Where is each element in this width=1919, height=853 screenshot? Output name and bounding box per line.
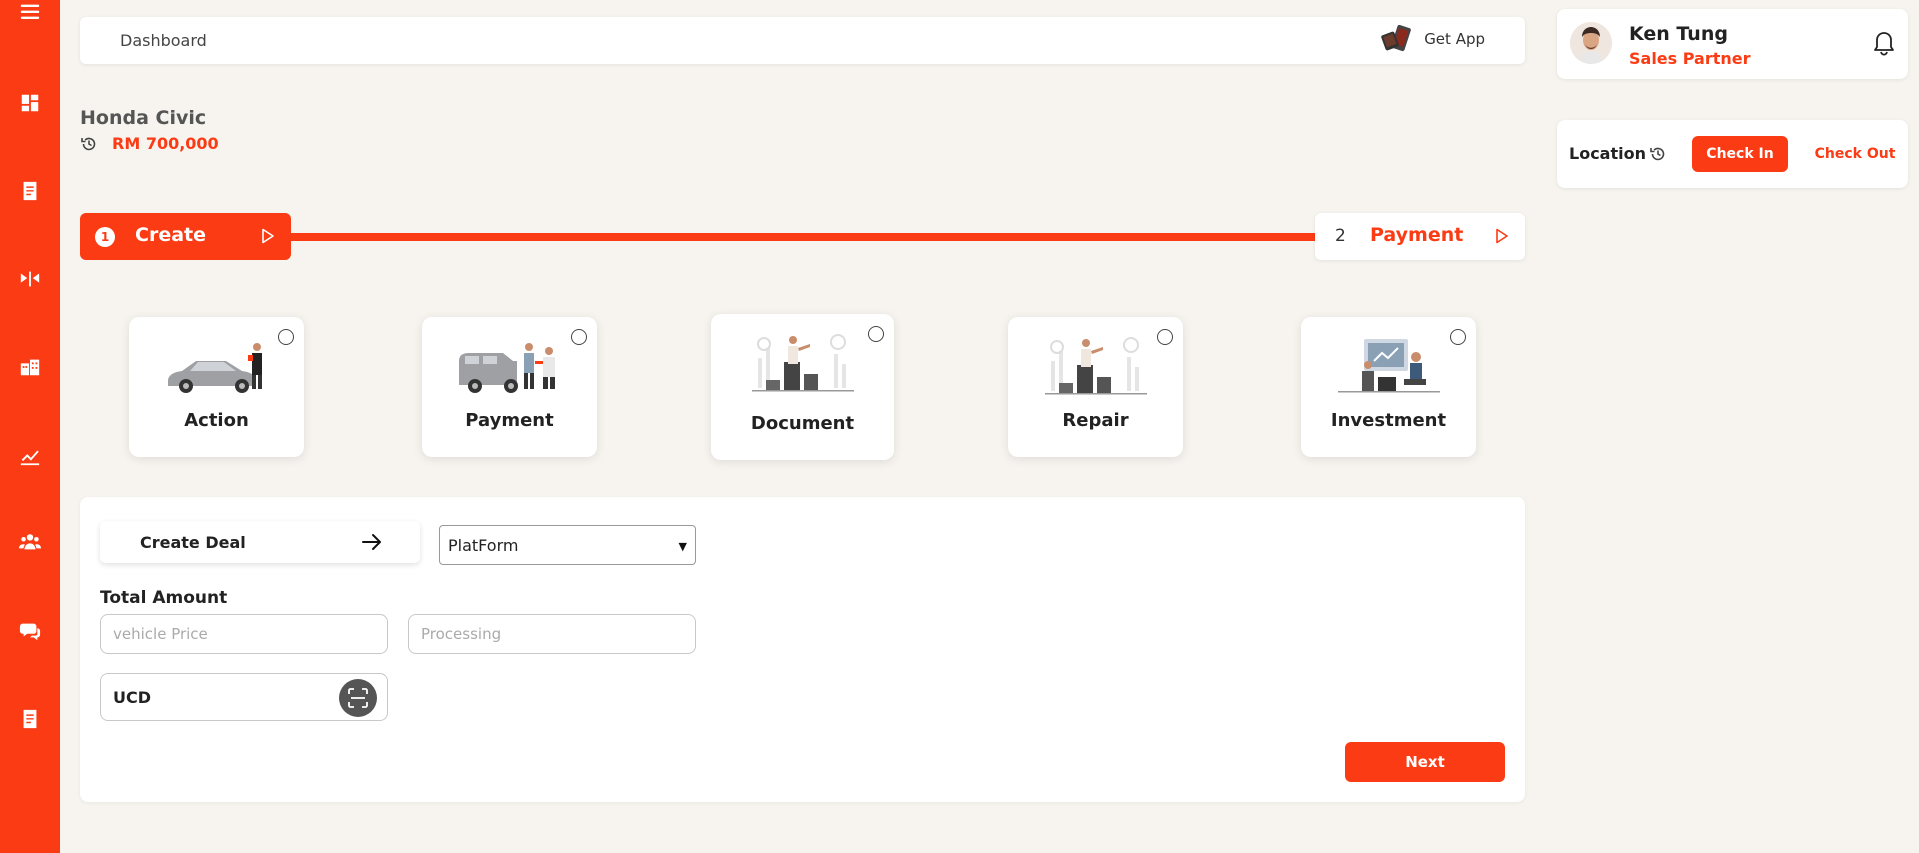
radio-button[interactable]: [868, 326, 884, 342]
step-label: Payment: [1370, 224, 1464, 246]
category-label: Payment: [465, 410, 554, 431]
chat-icon[interactable]: [18, 619, 42, 643]
category-card-investment[interactable]: Investment: [1301, 317, 1476, 457]
radio-button[interactable]: [278, 329, 294, 345]
car-price: RM 700,000: [112, 134, 219, 153]
check-out-button[interactable]: Check Out: [1807, 136, 1903, 172]
repair-illustration: [1041, 331, 1151, 403]
building-icon[interactable]: [18, 355, 42, 379]
play-arrow-icon: [261, 228, 275, 244]
car-service-icon[interactable]: [18, 267, 42, 291]
play-arrow-icon: [1495, 228, 1509, 244]
step-create[interactable]: 1 Create: [80, 213, 291, 260]
page-title: Honda Civic: [80, 107, 207, 129]
location-card: Location Check In Check Out: [1557, 120, 1908, 188]
top-bar: Dashboard Get App: [80, 17, 1525, 64]
vehicle-price-input[interactable]: [100, 614, 388, 654]
create-deal-button[interactable]: Create Deal: [100, 521, 420, 563]
scan-icon[interactable]: [339, 679, 377, 717]
category-label: Document: [750, 413, 855, 434]
radio-button[interactable]: [571, 329, 587, 345]
hamburger-menu-icon[interactable]: [18, 0, 42, 24]
arrow-right-icon: [362, 533, 382, 551]
category-label: Action: [184, 410, 249, 431]
category-card-payment[interactable]: Payment: [422, 317, 597, 457]
car-payment-illustration: [455, 331, 565, 403]
get-app-button[interactable]: Get App: [1380, 24, 1485, 53]
processing-input[interactable]: [408, 614, 696, 654]
phone-app-icon: [1380, 24, 1414, 53]
create-deal-label: Create Deal: [140, 533, 246, 552]
category-card-document[interactable]: Document: [711, 314, 894, 460]
profile-name: Ken Tung: [1629, 23, 1728, 45]
get-app-label: Get App: [1424, 30, 1485, 48]
team-icon[interactable]: [18, 530, 42, 554]
next-button[interactable]: Next: [1345, 742, 1505, 782]
category-label: Repair: [1062, 410, 1129, 431]
category-card-repair[interactable]: Repair: [1008, 317, 1183, 457]
notification-bell-icon[interactable]: [1872, 31, 1896, 57]
report-icon[interactable]: [18, 707, 42, 731]
step-number: 2: [1335, 226, 1346, 246]
step-payment[interactable]: 2 Payment: [1315, 213, 1525, 260]
radio-button[interactable]: [1450, 329, 1466, 345]
history-icon[interactable]: [80, 135, 98, 153]
dashboard-icon[interactable]: [18, 91, 42, 115]
category-label: Investment: [1330, 410, 1447, 431]
avatar[interactable]: [1570, 22, 1612, 64]
growth-chart-icon[interactable]: [18, 444, 42, 468]
history-icon[interactable]: [1649, 145, 1667, 163]
breadcrumb-dashboard[interactable]: Dashboard: [120, 31, 207, 50]
investment-illustration: [1334, 331, 1444, 403]
total-amount-label: Total Amount: [100, 588, 228, 608]
document-icon[interactable]: [18, 179, 42, 203]
check-in-button[interactable]: Check In: [1692, 136, 1788, 172]
profile-role: Sales Partner: [1629, 49, 1751, 68]
radio-button[interactable]: [1157, 329, 1173, 345]
ucd-value: UCD: [113, 688, 152, 707]
chevron-down-icon: ▼: [678, 540, 687, 553]
platform-select[interactable]: PlatForm ▼: [439, 525, 696, 565]
step-label: Create: [135, 224, 206, 246]
profile-card: Ken Tung Sales Partner: [1557, 9, 1908, 79]
sidebar: [0, 0, 60, 853]
category-card-action[interactable]: Action: [129, 317, 304, 457]
location-label: Location: [1569, 144, 1646, 163]
step-number: 1: [95, 227, 115, 247]
price-row: RM 700,000: [80, 134, 219, 153]
platform-select-value: PlatForm: [448, 536, 519, 555]
car-action-illustration: [162, 331, 272, 403]
ucd-field[interactable]: UCD: [100, 673, 388, 721]
stepper-progress-line: [290, 233, 1315, 241]
document-illustration: [748, 328, 858, 400]
deal-form-panel: Create Deal PlatForm ▼ Total Amount UCD …: [80, 497, 1525, 802]
